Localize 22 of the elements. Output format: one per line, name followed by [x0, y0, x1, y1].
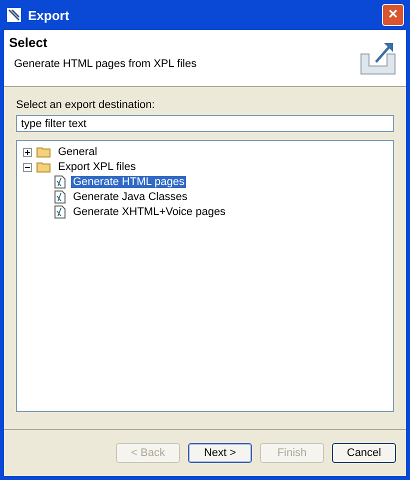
page-title: Select	[9, 35, 48, 50]
collapse-toggle[interactable]	[23, 162, 32, 172]
plus-icon	[24, 148, 31, 156]
tree-item[interactable]: General	[56, 146, 100, 158]
tree-item[interactable]: Generate Java Classes	[71, 191, 190, 203]
destination-label: Select an export destination:	[16, 99, 156, 111]
tree-item[interactable]: Export XPL files	[56, 161, 138, 173]
folder-icon	[36, 146, 52, 158]
tree-item[interactable]: Generate HTML pages	[71, 176, 186, 188]
document-icon	[53, 190, 67, 204]
window-title: Export	[28, 8, 70, 22]
folder-icon	[36, 161, 52, 173]
app-icon	[6, 7, 22, 23]
tree-item[interactable]: Generate XHTML+Voice pages	[71, 206, 228, 218]
dialog-button[interactable]: Cancel	[332, 443, 396, 463]
document-icon	[53, 175, 67, 189]
close-button[interactable]: ×	[382, 4, 404, 26]
dialog-button[interactable]: Next >	[188, 443, 252, 463]
document-icon	[53, 205, 67, 219]
filter-field[interactable]: type filter text	[16, 115, 394, 132]
page-description: Generate HTML pages from XPL files	[13, 58, 198, 70]
expand-toggle[interactable]	[23, 148, 32, 156]
